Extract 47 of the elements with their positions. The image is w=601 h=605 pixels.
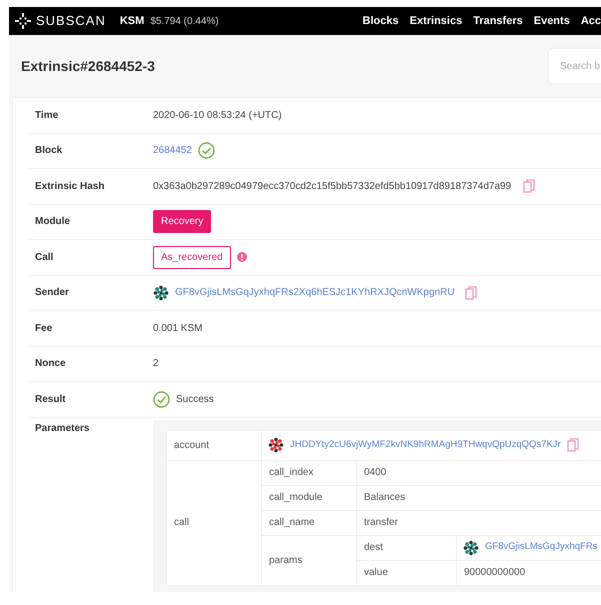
table-cell: dest xyxy=(356,535,456,560)
block-link[interactable]: 2684452 xyxy=(153,143,192,158)
identicon-icon xyxy=(153,284,169,301)
identicon-icon xyxy=(268,437,284,453)
copy-icon[interactable] xyxy=(523,179,536,194)
field-label: Time xyxy=(34,108,60,123)
nav-link[interactable]: Events xyxy=(534,12,570,30)
field-value: 2 xyxy=(153,357,159,372)
field-value: 0x363a0b297289c04979ecc370cd2c15f5bb57332efd5bb10917d89187374d7a99 xyxy=(153,180,512,194)
nav-link[interactable]: Extrinsics xyxy=(410,12,462,30)
copy-icon[interactable] xyxy=(464,286,477,300)
field-label: Block xyxy=(34,144,64,158)
check-circle-icon xyxy=(153,390,170,408)
field-value: Success xyxy=(176,392,214,407)
check-circle-icon xyxy=(198,142,215,160)
field-label: Result xyxy=(34,392,67,407)
table-cell: call_index xyxy=(262,460,356,485)
logo-icon xyxy=(15,13,31,29)
field-label: Module xyxy=(34,215,71,230)
field-label: Parameters xyxy=(34,422,90,434)
field-label: Nonce xyxy=(34,357,67,372)
field-label: Call xyxy=(34,250,54,265)
address-link[interactable]: GF8vGjisLMsGqJyxhqFRs2Xq6hESJc1KYhRXJQcnWKpgnRU xyxy=(175,285,455,300)
field-value: 0.001 KSM xyxy=(153,322,202,336)
token-symbol: KSM xyxy=(120,14,144,29)
nav-link[interactable]: Acc xyxy=(580,12,601,30)
help-icon xyxy=(236,252,247,262)
module-tag: Recovery xyxy=(153,210,212,234)
field-label: Extrinsic Hash xyxy=(34,180,106,194)
table-cell: call xyxy=(166,460,262,585)
table-cell: account xyxy=(166,430,262,460)
page-title: Extrinsic#2684452-3 xyxy=(21,56,155,76)
brand-name[interactable]: SUBSCAN xyxy=(36,11,106,31)
search-field[interactable]: Search b xyxy=(549,49,601,83)
table-cell: call_name xyxy=(262,510,356,535)
field-value: 2020-06-10 08:53:24 (+UTC) xyxy=(153,108,282,123)
table-cell: value xyxy=(356,560,456,585)
table-cell: params xyxy=(262,535,356,585)
copy-icon[interactable] xyxy=(566,438,579,452)
table-cell: call_module xyxy=(262,485,356,510)
nav-link[interactable]: Transfers xyxy=(473,12,523,30)
call-tag: As_recovered xyxy=(153,246,231,269)
token-price: $5.794 (0.44%) xyxy=(150,14,219,28)
identicon-icon xyxy=(463,540,479,556)
field-label: Sender xyxy=(34,286,70,300)
nav-link[interactable]: Blocks xyxy=(362,12,399,30)
field-label: Fee xyxy=(34,322,54,336)
